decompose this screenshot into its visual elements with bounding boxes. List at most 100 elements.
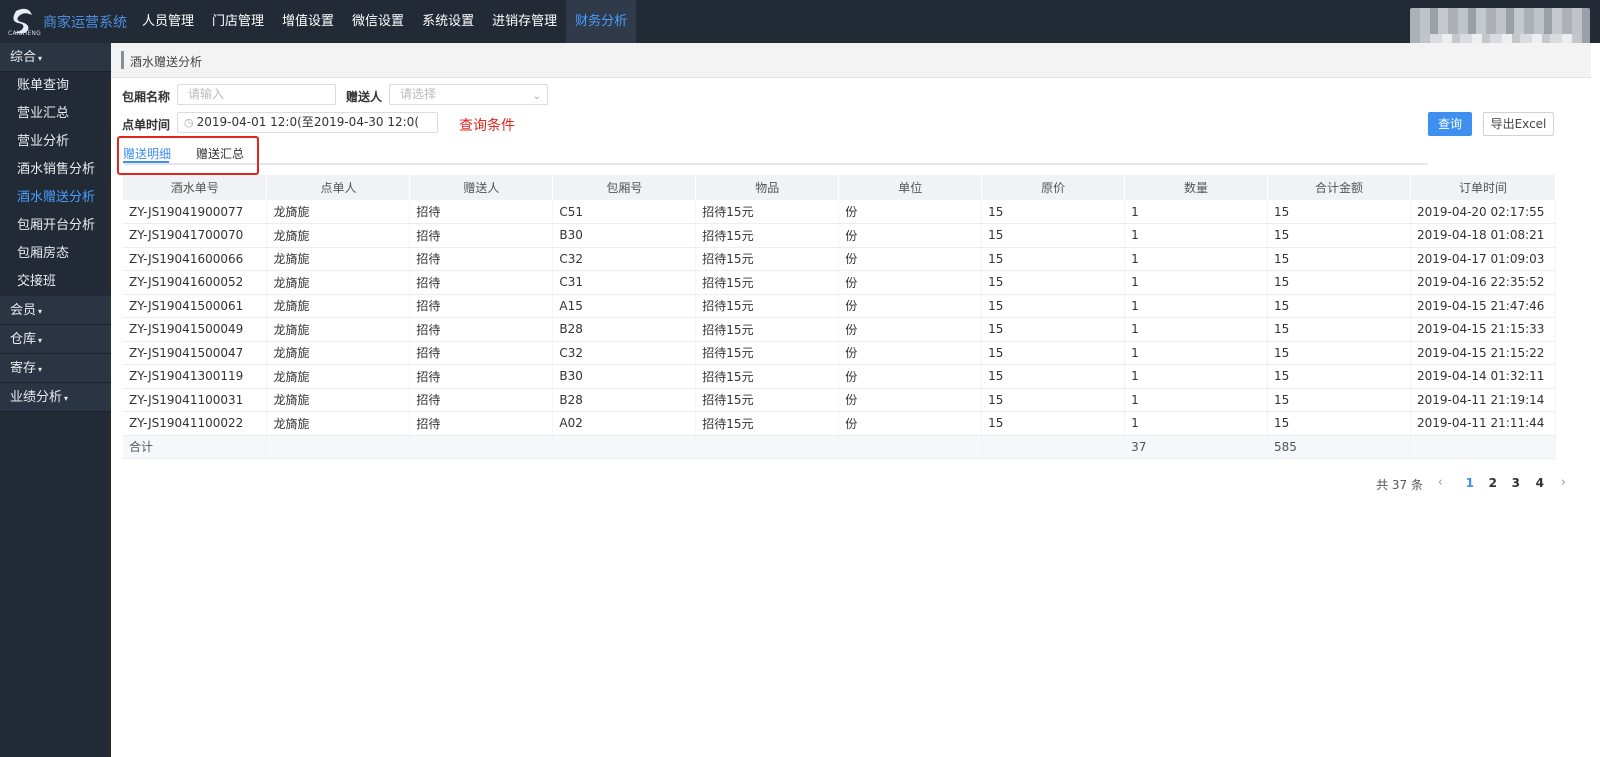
order-time-range-input[interactable]: ◷ 2019-04-01 12:0(至2019-04-30 12:0( — [177, 112, 438, 133]
breadcrumb-marker — [121, 51, 124, 69]
table-cell: ZY-JS19041600066 — [123, 247, 268, 271]
table-cell: 龙旖旎 — [266, 388, 411, 412]
giver-select-placeholder: 请选择 — [400, 87, 437, 101]
order-time-label: 点单时间 — [122, 118, 171, 132]
sidebar-item-0-6[interactable]: 包厢房态 — [0, 240, 111, 268]
nav-item-2[interactable]: 增值设置 — [273, 0, 343, 43]
query-button[interactable]: 查询 — [1428, 112, 1472, 136]
column-header[interactable]: 数量 — [1124, 175, 1269, 200]
table-cell: 2019-04-20 02:17:55 — [1410, 200, 1557, 224]
sidebar-item-0-7[interactable]: 交接班 — [0, 268, 111, 296]
table-cell: B28 — [552, 388, 697, 412]
giver-label: 赠送人 — [346, 90, 383, 104]
gift-detail-table: 酒水单号 点单人 赠送人 包厢号 物品 单位 原价 数量 合计金额 订单时间 ZY-JS19041… — [123, 175, 1557, 459]
table-cell: 15 — [981, 341, 1126, 365]
prev-page-icon[interactable]: ‹ — [1438, 475, 1443, 490]
room-name-input[interactable]: 请输入 — [177, 84, 336, 105]
table-cell: C31 — [552, 270, 697, 295]
summary-cell — [981, 435, 1126, 459]
table-cell: 招待15元 — [695, 223, 840, 248]
table-cell: ZY-JS19041500047 — [123, 341, 268, 365]
table-cell: 招待 — [409, 270, 554, 295]
summary-cell — [838, 435, 983, 459]
table-cell: 2019-04-14 01:32:11 — [1410, 364, 1557, 389]
table-cell: 龙旖旎 — [266, 223, 411, 248]
column-header[interactable]: 点单人 — [266, 175, 411, 200]
table-cell: 1 — [1124, 388, 1269, 412]
page-4[interactable]: 4 — [1536, 476, 1544, 490]
sidebar-group-2[interactable]: 仓库 ▾ — [0, 325, 111, 354]
page-2[interactable]: 2 — [1489, 476, 1497, 490]
column-header[interactable]: 赠送人 — [409, 175, 554, 200]
table-row[interactable]: ZY-JS19041900077 龙旖旎 招待 C51 招待15元份 15 1 15 2019-… — [123, 200, 1557, 224]
summary-cell — [409, 435, 554, 459]
table-cell: ZY-JS19041900077 — [123, 200, 268, 224]
pagination-total: 共 37 条 — [1376, 478, 1423, 492]
nav-item-1[interactable]: 门店管理 — [203, 0, 273, 43]
table-row[interactable]: ZY-JS19041500047 龙旖旎 招待 C32 招待15元份 15 1 15 2019-… — [123, 341, 1557, 365]
table-row[interactable]: ZY-JS19041300119 龙旖旎 招待 B30 招待15元份 15 1 15 2019-… — [123, 364, 1557, 389]
nav-item-5[interactable]: 进销存管理 — [483, 0, 566, 43]
summary-cell — [266, 435, 411, 459]
table-cell: 15 — [981, 411, 1126, 436]
table-cell: 份 — [838, 411, 983, 436]
table-row[interactable]: ZY-JS19041500061 龙旖旎 招待 A15 招待15元份 15 1 15 2019-… — [123, 294, 1557, 318]
nav-item-3[interactable]: 微信设置 — [343, 0, 413, 43]
sidebar-group-0[interactable]: 综合 ▾ — [0, 43, 111, 72]
sidebar-item-0-3[interactable]: 酒水销售分析 — [0, 156, 111, 184]
sidebar-group-1[interactable]: 会员 ▾ — [0, 296, 111, 325]
table-row[interactable]: ZY-JS19041100031 龙旖旎 招待 B28 招待15元份 15 1 15 2019-… — [123, 388, 1557, 412]
sidebar-item-0-4[interactable]: 酒水赠送分析 — [0, 184, 111, 212]
export-excel-button[interactable]: 导出Excel — [1483, 112, 1554, 136]
table-cell: 1 — [1124, 411, 1269, 436]
next-page-icon[interactable]: › — [1561, 475, 1566, 490]
table-cell: 龙旖旎 — [266, 364, 411, 389]
table-cell: 2019-04-18 01:08:21 — [1410, 223, 1557, 248]
table-cell: 招待 — [409, 388, 554, 412]
table-cell: 1 — [1124, 317, 1269, 342]
table-cell: A02 — [552, 411, 697, 436]
table-row[interactable]: ZY-JS19041700070 龙旖旎 招待 B30 招待15元份 15 1 15 2019-… — [123, 223, 1557, 248]
nav-item-0[interactable]: 人员管理 — [133, 0, 203, 43]
summary-cell — [695, 435, 840, 459]
table-cell: 15 — [981, 388, 1126, 412]
table-cell: 2019-04-11 21:11:44 — [1410, 411, 1557, 436]
page-3[interactable]: 3 — [1512, 476, 1520, 490]
column-header[interactable]: 包厢号 — [552, 175, 697, 200]
table-cell: 1 — [1124, 364, 1269, 389]
column-header[interactable]: 单位 — [838, 175, 983, 200]
table-row[interactable]: ZY-JS19041500049 龙旖旎 招待 B28 招待15元份 15 1 15 2019-… — [123, 317, 1557, 342]
column-header[interactable]: 合计金额 — [1267, 175, 1411, 200]
table-cell: 龙旖旎 — [266, 294, 411, 318]
table-cell: ZY-JS19041500049 — [123, 317, 268, 342]
sidebar-group-4[interactable]: 业绩分析 ▾ — [0, 383, 111, 412]
room-name-label: 包厢名称 — [122, 90, 171, 104]
page-1[interactable]: 1 — [1466, 476, 1474, 490]
nav-item-6[interactable]: 财务分析 — [566, 0, 637, 43]
table-cell: 15 — [1267, 341, 1411, 365]
table-row[interactable]: ZY-JS19041100022 龙旖旎 招待 A02 招待15元份 15 1 15 2019-… — [123, 411, 1557, 436]
sidebar-item-0-5[interactable]: 包厢开台分析 — [0, 212, 111, 240]
sidebar-group-3[interactable]: 寄存 ▾ — [0, 354, 111, 383]
table-cell: ZY-JS19041500061 — [123, 294, 268, 318]
table-cell: 15 — [1267, 294, 1411, 318]
table-cell: B30 — [552, 364, 697, 389]
table-cell: 份 — [838, 388, 983, 412]
table-cell: 招待15元 — [695, 317, 840, 342]
column-header[interactable]: 订单时间 — [1410, 175, 1557, 200]
sidebar-item-0-1[interactable]: 营业汇总 — [0, 100, 111, 128]
table-row[interactable]: ZY-JS19041600066 龙旖旎 招待 C32 招待15元份 15 1 15 2019-… — [123, 247, 1557, 271]
tab-bar: 赠送明细 赠送汇总 — [123, 143, 1428, 165]
column-header[interactable]: 物品 — [695, 175, 840, 200]
table-summary-row: 合计 37 585 — [123, 435, 1557, 459]
sidebar-item-0-2[interactable]: 营业分析 — [0, 128, 111, 156]
giver-select[interactable]: 请选择 ⌄ — [389, 84, 548, 105]
nav-item-4[interactable]: 系统设置 — [413, 0, 483, 43]
column-header[interactable]: 原价 — [981, 175, 1126, 200]
table-cell: 份 — [838, 200, 983, 224]
table-cell: 招待 — [409, 364, 554, 389]
sidebar-item-0-0[interactable]: 账单查询 — [0, 72, 111, 100]
column-header[interactable]: 酒水单号 — [123, 175, 268, 200]
table-cell: 份 — [838, 317, 983, 342]
table-row[interactable]: ZY-JS19041600052 龙旖旎 招待 C31 招待15元份 15 1 15 2019-… — [123, 270, 1557, 295]
